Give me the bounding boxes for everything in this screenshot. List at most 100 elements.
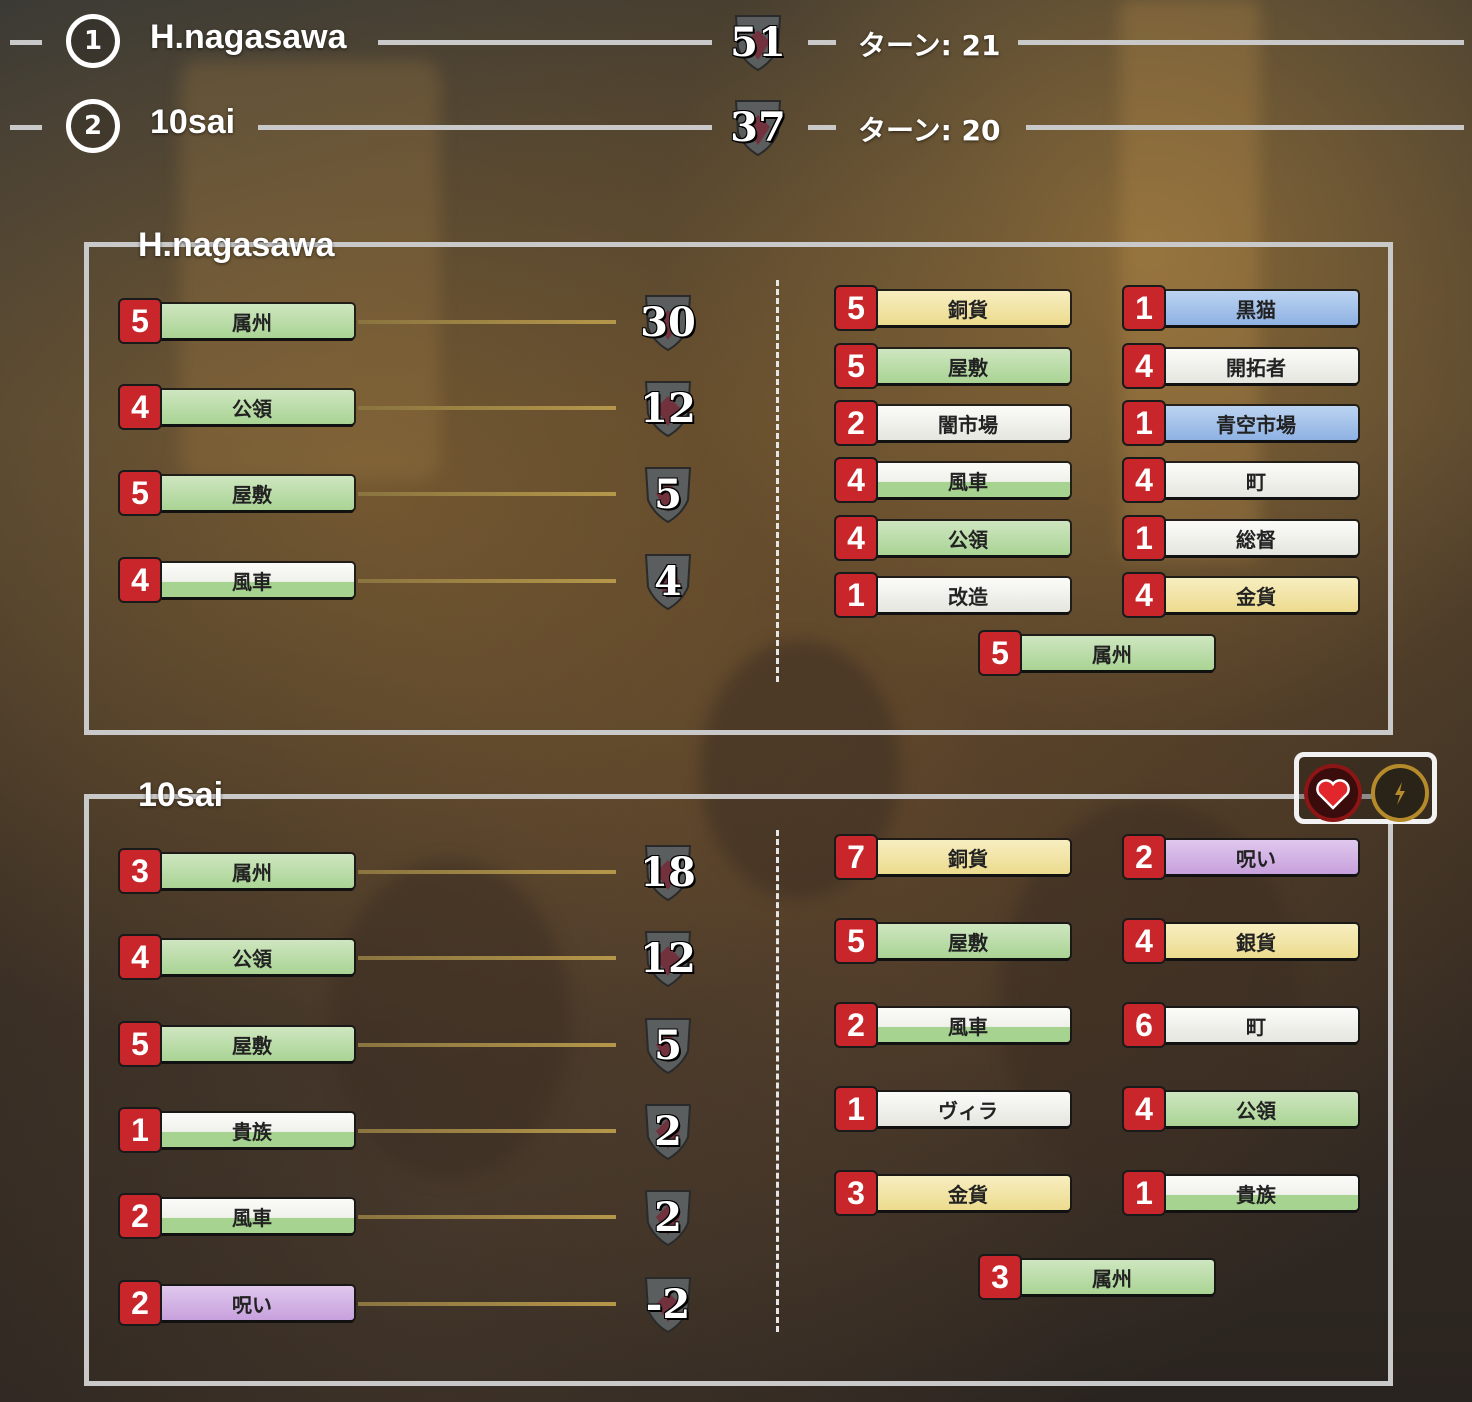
deck-card[interactable]: 公領 4 bbox=[1124, 1088, 1360, 1130]
card-count: 2 bbox=[836, 402, 876, 444]
deck-card[interactable]: 改造 1 bbox=[836, 574, 1072, 616]
player-score-row: 2 10sai 37 ターン: 20 bbox=[0, 97, 1472, 157]
card-name: 屋敷 bbox=[232, 482, 272, 507]
deck-card[interactable]: 開拓者 4 bbox=[1124, 345, 1360, 387]
deck-card[interactable]: 風車 2 bbox=[836, 1004, 1072, 1046]
card-label: 青空市場 bbox=[1154, 406, 1358, 440]
deck-card[interactable]: 呪い 2 bbox=[1124, 836, 1360, 878]
card-count: 2 bbox=[1124, 836, 1164, 878]
score-connector bbox=[358, 870, 616, 874]
row-line bbox=[1018, 40, 1464, 45]
deck-card[interactable]: 風車 4 bbox=[836, 459, 1072, 501]
deck-card[interactable]: 貴族 1 bbox=[1124, 1172, 1360, 1214]
panel-divider bbox=[776, 280, 779, 682]
card-count: 5 bbox=[836, 345, 876, 387]
deck-card[interactable]: 屋敷 5 bbox=[836, 920, 1072, 962]
total-score: 51 bbox=[730, 18, 786, 66]
card-count: 4 bbox=[836, 517, 876, 559]
row-line bbox=[10, 125, 42, 130]
card-count: 2 bbox=[120, 1195, 160, 1237]
deck-card[interactable]: 銅貨 7 bbox=[836, 836, 1072, 878]
card-count: 6 bbox=[1124, 1004, 1164, 1046]
card-label: 金貨 bbox=[866, 1176, 1070, 1210]
card-label: 闇市場 bbox=[866, 406, 1070, 440]
card-label: 公領 bbox=[150, 390, 354, 424]
score-connector bbox=[358, 1043, 616, 1047]
scoring-card[interactable]: 呪い 2 bbox=[120, 1282, 356, 1324]
row-line bbox=[10, 40, 42, 45]
points-value: 4 bbox=[654, 557, 682, 605]
card-name: 風車 bbox=[948, 469, 988, 494]
card-name: 風車 bbox=[232, 569, 272, 594]
turn-count: ターン: 21 bbox=[858, 29, 1001, 62]
card-name: 呪い bbox=[232, 1292, 272, 1317]
deck-card[interactable]: 金貨 4 bbox=[1124, 574, 1360, 616]
deck-card[interactable]: 銅貨 5 bbox=[836, 287, 1072, 329]
heart-icon[interactable] bbox=[1304, 764, 1362, 822]
scoring-card[interactable]: 公領 4 bbox=[120, 386, 356, 428]
card-count: 2 bbox=[836, 1004, 876, 1046]
scoring-card[interactable]: 公領 4 bbox=[120, 936, 356, 978]
card-count: 4 bbox=[1124, 574, 1164, 616]
card-label: 風車 bbox=[150, 1199, 354, 1233]
card-name: 風車 bbox=[948, 1014, 988, 1039]
card-name: 闇市場 bbox=[938, 412, 998, 437]
score-connector bbox=[358, 406, 616, 410]
card-label: 風車 bbox=[866, 463, 1070, 497]
points-value: 2 bbox=[654, 1107, 682, 1155]
card-name: 金貨 bbox=[948, 1182, 988, 1207]
deck-card[interactable]: 属州 3 bbox=[980, 1256, 1216, 1298]
card-label: 公領 bbox=[1154, 1092, 1358, 1126]
panel-divider bbox=[776, 830, 779, 1332]
card-name: 属州 bbox=[232, 310, 272, 335]
scoring-card[interactable]: 貴族 1 bbox=[120, 1109, 356, 1151]
card-label: 属州 bbox=[1010, 1260, 1214, 1294]
deck-card[interactable]: 町4 bbox=[1124, 459, 1360, 501]
points-shield: 18 bbox=[640, 842, 696, 902]
scoring-card[interactable]: 屋敷 5 bbox=[120, 472, 356, 514]
deck-card[interactable]: 黒猫 1 bbox=[1124, 287, 1360, 329]
card-label: 金貨 bbox=[1154, 578, 1358, 612]
card-count: 1 bbox=[1124, 1172, 1164, 1214]
deck-card[interactable]: 町6 bbox=[1124, 1004, 1360, 1046]
score-connector bbox=[358, 956, 616, 960]
card-count: 5 bbox=[120, 472, 160, 514]
score-connector bbox=[358, 492, 616, 496]
card-name: 青空市場 bbox=[1216, 412, 1296, 437]
score-connector bbox=[358, 1302, 616, 1306]
deck-card[interactable]: 銀貨 4 bbox=[1124, 920, 1360, 962]
player-name[interactable]: 10sai bbox=[150, 103, 235, 142]
card-label: 銅貨 bbox=[866, 840, 1070, 874]
rank-badge: 2 bbox=[66, 99, 120, 153]
card-count: 2 bbox=[120, 1282, 160, 1324]
deck-card[interactable]: 金貨 3 bbox=[836, 1172, 1072, 1214]
deck-card[interactable]: 総督 1 bbox=[1124, 517, 1360, 559]
deck-card[interactable]: ヴィラ 1 bbox=[836, 1088, 1072, 1130]
score-connector bbox=[358, 1129, 616, 1133]
card-name: 公領 bbox=[232, 946, 272, 971]
player-name[interactable]: H.nagasawa bbox=[150, 18, 347, 57]
deck-card[interactable]: 闇市場 2 bbox=[836, 402, 1072, 444]
points-shield: 2 bbox=[642, 1101, 694, 1161]
card-name: 銀貨 bbox=[1236, 930, 1276, 955]
card-count: 3 bbox=[836, 1172, 876, 1214]
scoring-card[interactable]: 属州 3 bbox=[120, 850, 356, 892]
deck-card[interactable]: 屋敷 5 bbox=[836, 345, 1072, 387]
card-count: 4 bbox=[120, 386, 160, 428]
scoring-card[interactable]: 属州 5 bbox=[120, 300, 356, 342]
lightning-icon[interactable] bbox=[1371, 764, 1429, 822]
points-value: 2 bbox=[654, 1193, 682, 1241]
score-shield: 37 bbox=[730, 97, 786, 157]
deck-card[interactable]: 青空市場 1 bbox=[1124, 402, 1360, 444]
card-count: 5 bbox=[120, 1023, 160, 1065]
deck-card[interactable]: 公領 4 bbox=[836, 517, 1072, 559]
points-value: 12 bbox=[640, 934, 696, 982]
score-connector bbox=[358, 1215, 616, 1219]
card-name: 属州 bbox=[232, 860, 272, 885]
scoring-card[interactable]: 屋敷 5 bbox=[120, 1023, 356, 1065]
deck-card[interactable]: 属州 5 bbox=[980, 632, 1216, 674]
scoring-card[interactable]: 風車 4 bbox=[120, 559, 356, 601]
scoring-card[interactable]: 風車 2 bbox=[120, 1195, 356, 1237]
card-label: 開拓者 bbox=[1154, 349, 1358, 383]
card-name: 貴族 bbox=[232, 1119, 272, 1144]
